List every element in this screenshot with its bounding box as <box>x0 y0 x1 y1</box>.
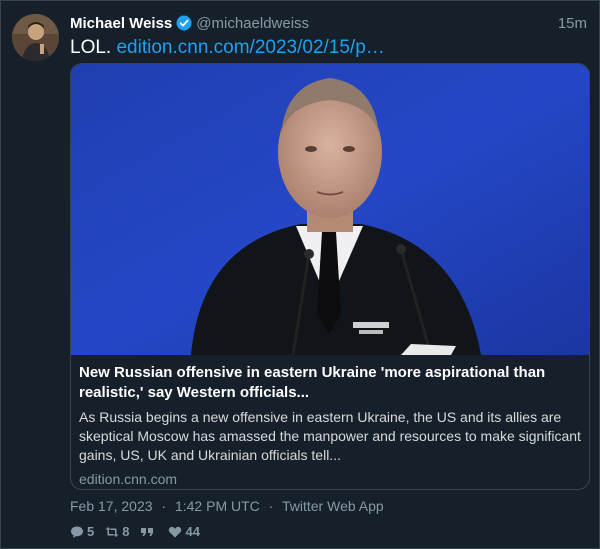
tweet-header: Michael Weiss @michaeldweiss 15m <box>70 13 587 33</box>
quote-icon <box>141 527 154 536</box>
tweet-meta: Feb 17, 2023 · 1:42 PM UTC · Twitter Web… <box>70 498 384 514</box>
card-text: New Russian offensive in eastern Ukraine… <box>79 363 581 487</box>
like-button[interactable]: 44 <box>168 524 200 539</box>
quote-button[interactable] <box>140 525 157 539</box>
user-handle[interactable]: @michaeldweiss <box>196 15 309 32</box>
avatar[interactable] <box>12 14 59 61</box>
like-count: 44 <box>185 524 200 539</box>
tweet-client[interactable]: Twitter Web App <box>282 498 384 514</box>
reply-icon <box>71 526 83 538</box>
card-title: New Russian offensive in eastern Ukraine… <box>79 364 546 401</box>
retweet-icon <box>105 526 119 537</box>
reply-button[interactable]: 5 <box>70 524 94 539</box>
tweet-container: Michael Weiss @michaeldweiss 15m LOL. ed… <box>0 0 600 549</box>
tweet-time[interactable]: 15m <box>558 15 587 32</box>
tweet-date[interactable]: Feb 17, 2023 <box>70 498 153 514</box>
card-description: As Russia begins a new offensive in east… <box>79 409 581 463</box>
meta-separator: · <box>268 498 274 514</box>
display-name[interactable]: Michael Weiss <box>70 15 172 32</box>
tweet-text: LOL. edition.cnn.com/2023/02/15/p… <box>70 37 385 59</box>
tweet-time-of-day[interactable]: 1:42 PM UTC <box>175 498 260 514</box>
like-icon <box>169 526 182 537</box>
retweet-button[interactable]: 8 <box>105 524 129 539</box>
card-domain: edition.cnn.com <box>79 471 178 487</box>
tweet-link[interactable]: edition.cnn.com/2023/02/15/p… <box>116 37 384 58</box>
verified-badge-icon <box>176 15 192 31</box>
meta-separator: · <box>161 498 167 514</box>
reply-count: 5 <box>87 524 95 539</box>
retweet-count: 8 <box>122 524 130 539</box>
tweet-actions: 5 8 44 <box>70 524 211 539</box>
link-preview-card[interactable]: New Russian offensive in eastern Ukraine… <box>70 63 590 490</box>
tweet-text-content: LOL. <box>70 37 112 58</box>
card-image <box>71 64 589 355</box>
